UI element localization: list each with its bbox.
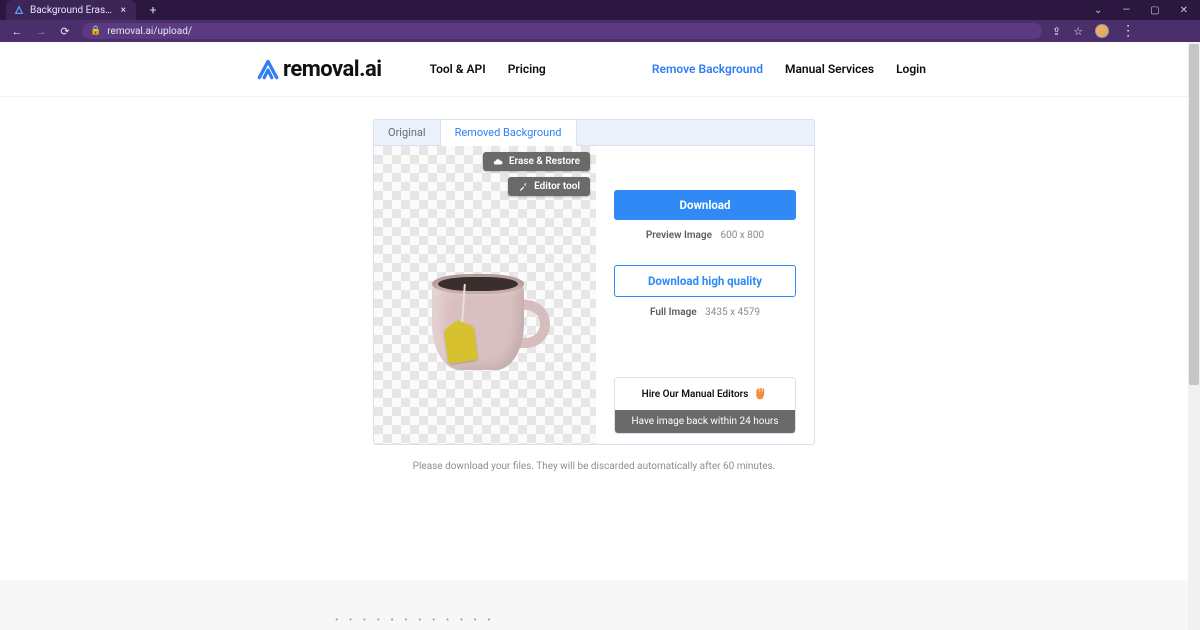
browser-toolbar: ← → ⟳ 🔒 removal.ai/upload/ ⇪ ☆ ⋮ bbox=[0, 20, 1200, 42]
cloud-icon bbox=[493, 157, 503, 167]
page-viewport: removal.ai Tool & API Pricing Remove Bac… bbox=[0, 42, 1200, 630]
full-image-label: Full Image bbox=[650, 307, 697, 318]
share-icon[interactable]: ⇪ bbox=[1052, 25, 1061, 38]
window-expand-icon[interactable]: ⌄ bbox=[1094, 5, 1102, 16]
hire-headline: Hire Our Manual Editors bbox=[642, 389, 749, 400]
waving-hand-icon bbox=[754, 387, 768, 401]
profile-avatar[interactable] bbox=[1095, 24, 1109, 38]
editor-tool-button[interactable]: Editor tool bbox=[508, 177, 590, 196]
editor-tool-label: Editor tool bbox=[534, 181, 580, 192]
hire-subtext: Have image back within 24 hours bbox=[615, 410, 795, 433]
full-image-dimensions: 3435 x 4579 bbox=[705, 307, 760, 318]
nav-remove-background[interactable]: Remove Background bbox=[652, 62, 763, 76]
nav-login[interactable]: Login bbox=[896, 62, 926, 76]
browser-tab-bar: Background Eraser: Upload Your × + ⌄ ― ▢… bbox=[0, 0, 1200, 20]
tab-original[interactable]: Original bbox=[374, 120, 441, 145]
result-panel: Original Removed Background Erase & Rest… bbox=[373, 119, 815, 445]
site-header: removal.ai Tool & API Pricing Remove Bac… bbox=[0, 42, 1188, 97]
brand-name: removal.ai bbox=[283, 57, 382, 82]
carousel-dots[interactable]: • • • • • • • • • • • • bbox=[335, 615, 495, 626]
tab-title: Background Eraser: Upload Your bbox=[30, 5, 113, 16]
nav-tool-api[interactable]: Tool & API bbox=[430, 62, 486, 76]
erase-restore-button[interactable]: Erase & Restore bbox=[483, 152, 590, 171]
window-minimize-icon[interactable]: ― bbox=[1122, 5, 1130, 16]
window-maximize-icon[interactable]: ▢ bbox=[1150, 5, 1159, 16]
url-text: removal.ai/upload/ bbox=[107, 26, 192, 37]
logo-icon bbox=[255, 58, 281, 80]
bookmark-icon[interactable]: ☆ bbox=[1073, 25, 1083, 38]
scrollbar-thumb[interactable] bbox=[1189, 44, 1199, 385]
tab-close-icon[interactable]: × bbox=[121, 5, 126, 16]
preview-meta: Preview Image 600 x 800 bbox=[614, 230, 796, 241]
browser-menu-icon[interactable]: ⋮ bbox=[1121, 28, 1134, 35]
tab-removed-background[interactable]: Removed Background bbox=[441, 120, 577, 146]
browser-tab[interactable]: Background Eraser: Upload Your × bbox=[6, 0, 136, 20]
back-button[interactable]: ← bbox=[10, 24, 24, 38]
full-image-meta: Full Image 3435 x 4579 bbox=[614, 307, 796, 318]
address-bar[interactable]: 🔒 removal.ai/upload/ bbox=[82, 23, 1042, 39]
erase-restore-label: Erase & Restore bbox=[509, 156, 580, 167]
download-button[interactable]: Download bbox=[614, 190, 796, 220]
download-high-quality-button[interactable]: Download high quality bbox=[614, 265, 796, 297]
nav-manual-services[interactable]: Manual Services bbox=[785, 62, 874, 76]
reload-button[interactable]: ⟳ bbox=[58, 24, 72, 38]
forward-button[interactable]: → bbox=[34, 24, 48, 38]
window-close-icon[interactable]: ✕ bbox=[1180, 5, 1188, 16]
nav-pricing[interactable]: Pricing bbox=[508, 62, 546, 76]
scrollbar-track[interactable] bbox=[1188, 42, 1200, 630]
magic-wand-icon bbox=[518, 182, 528, 192]
result-image bbox=[432, 274, 550, 376]
site-favicon-icon bbox=[14, 5, 24, 15]
result-tabs: Original Removed Background bbox=[374, 120, 814, 146]
preview-label: Preview Image bbox=[646, 230, 712, 241]
footer-section: • • • • • • • • • • • • bbox=[0, 580, 1188, 630]
image-preview: Erase & Restore Editor tool bbox=[374, 146, 596, 444]
hire-editors-card[interactable]: Hire Our Manual Editors Have image back … bbox=[614, 377, 796, 434]
brand-logo[interactable]: removal.ai bbox=[255, 57, 382, 82]
discard-notice: Please download your files. They will be… bbox=[0, 461, 1188, 472]
new-tab-button[interactable]: + bbox=[144, 1, 162, 19]
lock-icon: 🔒 bbox=[90, 26, 101, 36]
preview-dimensions: 600 x 800 bbox=[720, 230, 764, 241]
